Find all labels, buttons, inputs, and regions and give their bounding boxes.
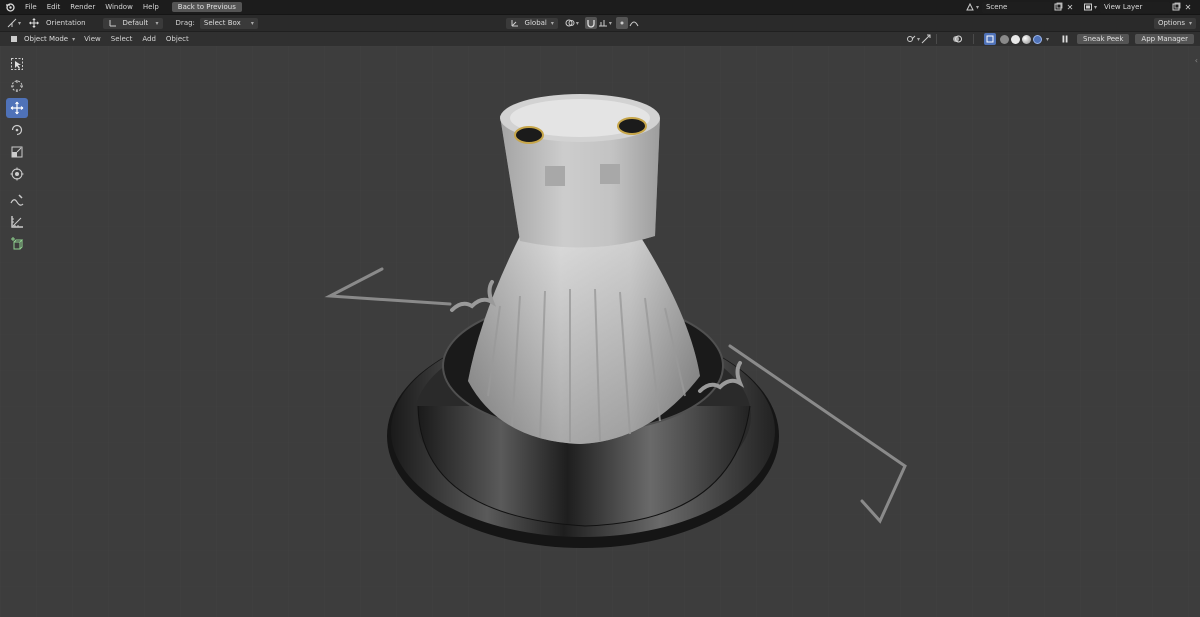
chevron-down-icon[interactable]: ▾ — [976, 4, 979, 11]
gizmo-toggle-icon[interactable] — [920, 33, 932, 45]
global-axis-icon — [510, 17, 521, 29]
chevron-down-icon[interactable]: ▾ — [609, 20, 612, 27]
rotate-icon — [11, 124, 23, 136]
view-layer-field[interactable]: View Layer — [1100, 1, 1170, 13]
close-view-layer-icon[interactable]: ✕ — [1182, 1, 1194, 13]
menu-help[interactable]: Help — [138, 0, 164, 14]
options-label: Options — [1157, 19, 1185, 27]
scene-controls: ▾ Scene ✕ ▾ View Layer ✕ — [964, 0, 1200, 14]
scale-tool[interactable] — [6, 142, 28, 162]
menu-edit[interactable]: Edit — [42, 0, 66, 14]
chevron-down-icon[interactable]: ▾ — [1094, 4, 1097, 11]
3d-viewport[interactable]: ‹ — [0, 46, 1200, 617]
viewport-header-right: ▾ ▾ Sneak Peek App Manager — [905, 32, 1200, 46]
chevron-down-icon[interactable]: ▾ — [576, 20, 579, 27]
menu-render[interactable]: Render — [65, 0, 100, 14]
chevron-down-icon[interactable]: ▾ — [1046, 36, 1049, 43]
menu-object[interactable]: Object — [161, 32, 194, 46]
tool-settings-header: ▾ Orientation Default ▾ Drag: Select Box… — [0, 14, 1200, 31]
drag-value: Select Box — [203, 19, 241, 27]
solid-shading-icon[interactable] — [1010, 34, 1020, 44]
transform-pivot-icon[interactable] — [6, 17, 18, 29]
object-mode-icon — [8, 33, 20, 45]
divider — [972, 34, 974, 44]
scene-icon[interactable] — [964, 1, 976, 13]
left-toolbar — [5, 54, 29, 256]
select-box-tool[interactable] — [6, 54, 28, 74]
move-arrows-icon — [10, 101, 24, 115]
back-to-previous-button[interactable]: Back to Previous — [171, 2, 242, 12]
options-dropdown[interactable]: Options ▾ — [1153, 17, 1196, 29]
pencil-curve-icon — [10, 194, 24, 206]
scene-name-field[interactable]: Scene — [981, 1, 1052, 13]
chevron-down-icon: ▾ — [155, 19, 159, 27]
mode-value: Object Mode — [24, 35, 69, 43]
chevron-down-icon: ▾ — [550, 19, 554, 27]
top-menu-bar: File Edit Render Window Help Back to Pre… — [0, 0, 1200, 14]
chevron-down-icon[interactable]: ▾ — [18, 20, 21, 27]
chevron-down-icon: ▾ — [250, 19, 254, 27]
pause-icon[interactable] — [1059, 33, 1071, 45]
mode-dropdown[interactable]: Object Mode ▾ — [4, 34, 79, 45]
ruler-icon — [11, 216, 23, 228]
cursor-box-icon — [11, 58, 23, 70]
pivot-point-icon[interactable] — [564, 17, 576, 29]
snap-increment-icon[interactable] — [597, 17, 609, 29]
annotate-tool[interactable] — [6, 190, 28, 210]
snap-toggle-icon[interactable] — [584, 17, 597, 29]
transform-icon — [10, 167, 24, 181]
add-cube-tool[interactable] — [6, 234, 28, 254]
crosshair-circle-icon — [11, 80, 23, 92]
orientation-label: Orientation — [46, 19, 86, 27]
overlays-toggle-icon[interactable] — [951, 33, 963, 45]
axis-icon — [107, 17, 119, 29]
app-manager-button[interactable]: App Manager — [1135, 34, 1194, 44]
measure-tool[interactable] — [6, 212, 28, 232]
close-scene-icon[interactable]: ✕ — [1064, 1, 1076, 13]
material-preview-shading-icon[interactable] — [1021, 34, 1031, 44]
chevron-down-icon: ▾ — [72, 35, 76, 43]
scale-icon — [11, 146, 23, 158]
add-cube-icon — [11, 237, 24, 250]
move-tool[interactable] — [6, 98, 28, 118]
tool-header-right: Options ▾ — [1153, 15, 1200, 31]
menu-add[interactable]: Add — [137, 32, 161, 46]
move-arrows-icon[interactable] — [27, 17, 41, 29]
new-scene-icon[interactable] — [1052, 1, 1064, 13]
viewport-scene — [0, 46, 1200, 617]
menu-file[interactable]: File — [20, 0, 42, 14]
rendered-shading-icon[interactable] — [1032, 34, 1042, 44]
cursor-tool[interactable] — [6, 76, 28, 96]
proportional-edit-icon[interactable] — [615, 17, 628, 29]
sneak-peek-button[interactable]: Sneak Peek — [1077, 34, 1130, 44]
xray-toggle-icon[interactable] — [983, 33, 996, 45]
view-object-types-icon[interactable] — [905, 33, 917, 45]
transform-orientation-value: Global — [524, 19, 547, 27]
lamp-socket — [500, 94, 660, 248]
drag-label: Drag: — [175, 19, 195, 27]
blender-logo-icon[interactable] — [0, 0, 20, 14]
menu-select[interactable]: Select — [106, 32, 138, 46]
falloff-curve-icon[interactable] — [628, 17, 640, 29]
orientation-value: Default — [122, 19, 149, 27]
drag-dropdown[interactable]: Select Box ▾ — [199, 17, 258, 29]
new-view-layer-icon[interactable] — [1170, 1, 1182, 13]
viewport-header: Object Mode ▾ View Select Add Object ▾ ▾… — [0, 31, 1200, 46]
transform-orientation-dropdown[interactable]: Global ▾ — [505, 17, 558, 29]
view-layer-icon[interactable] — [1082, 1, 1094, 13]
wireframe-shading-icon[interactable] — [999, 34, 1009, 44]
orientation-dropdown[interactable]: Default ▾ — [102, 17, 163, 29]
menu-window[interactable]: Window — [100, 0, 138, 14]
menu-view[interactable]: View — [79, 32, 106, 46]
sidebar-toggle-icon[interactable]: ‹ — [1195, 56, 1198, 65]
divider — [935, 34, 937, 44]
transform-tool[interactable] — [6, 164, 28, 184]
chevron-down-icon: ▾ — [1188, 19, 1192, 27]
rotate-tool[interactable] — [6, 120, 28, 140]
